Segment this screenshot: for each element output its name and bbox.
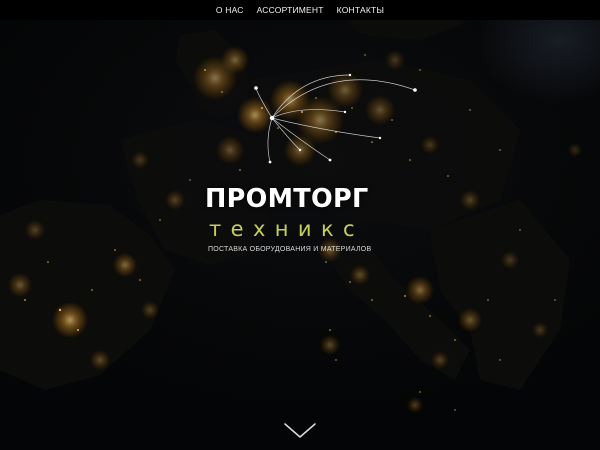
brand-subtitle: техникс <box>209 217 364 241</box>
nav-link-about[interactable]: О НАС <box>216 5 244 15</box>
brand-logo-block: ПРОМТОРГ техникс ПОСТАВКА ОБОРУДОВАНИЯ И… <box>205 184 405 253</box>
chevron-down-icon <box>284 423 316 438</box>
brand-title: ПРОМТОРГ <box>205 184 369 214</box>
nav-link-assortment[interactable]: АССОРТИМЕНТ <box>257 5 324 15</box>
top-navigation: О НАС АССОРТИМЕНТ КОНТАКТЫ <box>0 0 600 20</box>
nav-link-contacts[interactable]: КОНТАКТЫ <box>337 5 384 15</box>
brand-tagline: ПОСТАВКА ОБОРУДОВАНИЯ И МАТЕРИАЛОВ <box>208 246 372 253</box>
scroll-down-button[interactable] <box>282 420 318 442</box>
